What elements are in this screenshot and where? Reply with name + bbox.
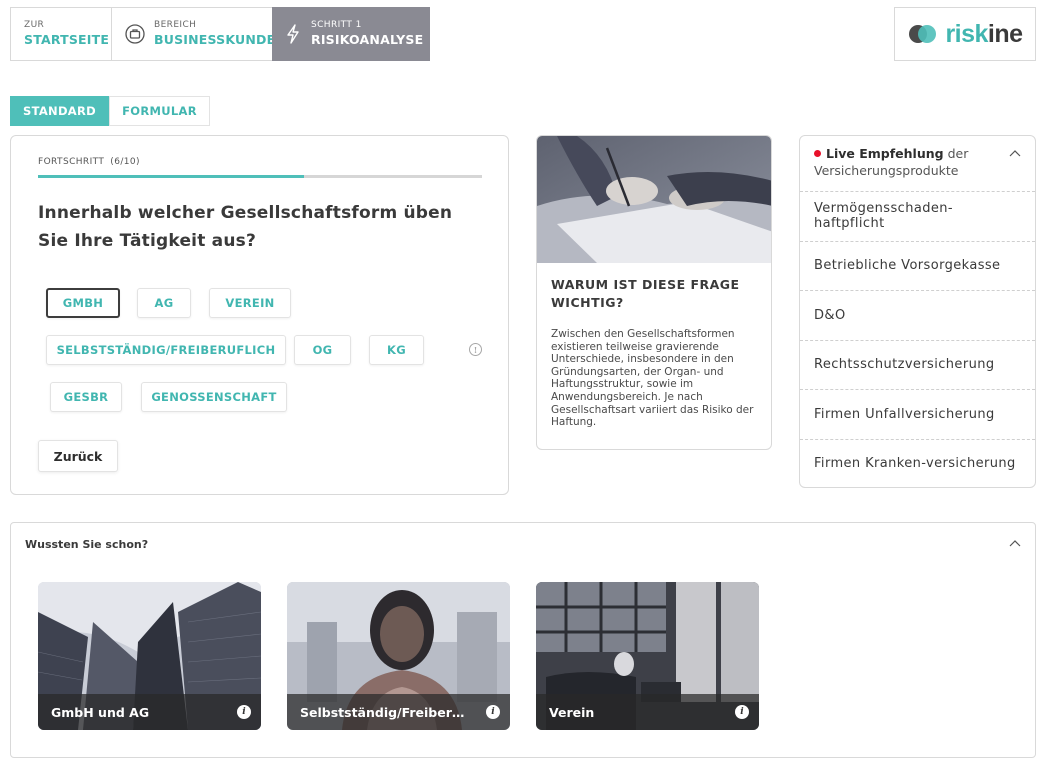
- mode-toggle: STANDARD FORMULAR: [10, 96, 210, 126]
- recommendation-item[interactable]: Betriebliche Vorsorgekasse: [800, 240, 1035, 291]
- riskine-logo[interactable]: riskine: [894, 7, 1036, 61]
- recommendation-item[interactable]: Firmen Unfallversicherung: [800, 389, 1035, 439]
- info-icon[interactable]: i: [486, 705, 500, 719]
- did-you-know-title: Wussten Sie schon?: [25, 538, 149, 551]
- option-selbststaendig[interactable]: SELBSTSTÄNDIG/FREIBERUFLICH: [46, 335, 286, 365]
- nav-area-link[interactable]: BEREICH BUSINESSKUNDE: [111, 7, 276, 61]
- did-you-know-section: Wussten Sie schon? GmbH und AG i Selbsts…: [10, 522, 1036, 758]
- option-genossenschaft[interactable]: GENOSSENSCHAFT: [141, 382, 287, 412]
- info-icon[interactable]: i: [237, 705, 251, 719]
- info-icon[interactable]: !: [469, 343, 482, 356]
- recommendation-item[interactable]: Vermögensschaden-haftpflicht: [800, 191, 1035, 241]
- why-title: WARUM IST DIESE FRAGE WICHTIG?: [551, 277, 740, 310]
- signing-photo: [537, 136, 771, 263]
- option-kg[interactable]: KG: [369, 335, 424, 365]
- tile-label: Verein: [549, 704, 595, 720]
- nav-step-current[interactable]: SCHRITT 1 RISIKOANALYSE: [272, 7, 430, 61]
- progress-label: FORTSCHRITT (6/10): [38, 157, 140, 167]
- recommendations-panel: Live Empfehlung der Versicherungsprodukt…: [799, 135, 1036, 488]
- recommendations-list: Vermögensschaden-haftpflicht Betrieblich…: [800, 191, 1035, 488]
- option-verein[interactable]: VEREIN: [209, 288, 291, 318]
- tile-label: GmbH und AG: [51, 704, 150, 720]
- option-ag[interactable]: AG: [137, 288, 191, 318]
- tile-gmbh-ag[interactable]: GmbH und AG i: [38, 582, 261, 730]
- tile-label: Selbstständig/Freiberuflich: [300, 704, 468, 720]
- live-dot-icon: [814, 150, 821, 157]
- progress-count: (6/10): [110, 157, 140, 167]
- recommendations-header: Live Empfehlung der Versicherungsprodukt…: [814, 146, 969, 178]
- question-text: Innerhalb welcher Gesellschaftsform üben…: [38, 203, 453, 251]
- chevron-up-icon[interactable]: [1009, 148, 1021, 160]
- nav-step-label: RISIKOANALYSE: [311, 32, 424, 47]
- nav-home-small: ZUR: [24, 20, 45, 30]
- why-card: WARUM IST DIESE FRAGE WICHTIG? Zwischen …: [536, 135, 772, 450]
- info-icon[interactable]: i: [735, 705, 749, 719]
- recommendation-item[interactable]: Rechtsschutzversicherung: [800, 339, 1035, 390]
- nav-home-label: STARTSEITE: [24, 32, 110, 47]
- recommendation-item[interactable]: Firmen Kranken-versicherung: [800, 438, 1035, 489]
- chevron-up-icon[interactable]: [1009, 538, 1021, 550]
- tile-verein[interactable]: Verein i: [536, 582, 759, 730]
- back-button[interactable]: Zurück: [38, 440, 118, 472]
- tile-selbststaendig[interactable]: Selbstständig/Freiberuflich i: [287, 582, 510, 730]
- tab-standard[interactable]: STANDARD: [10, 96, 109, 126]
- question-card: FORTSCHRITT (6/10) Innerhalb welcher Gese…: [10, 135, 509, 495]
- lightning-icon: [286, 23, 300, 45]
- option-gesbr[interactable]: GESBR: [50, 382, 122, 412]
- breadcrumb: ZUR STARTSEITE BEREICH BUSINESSKUNDE SCH…: [10, 7, 430, 61]
- nav-area-label: BUSINESSKUNDE: [154, 32, 276, 47]
- nav-home-link[interactable]: ZUR STARTSEITE: [10, 7, 111, 61]
- option-og[interactable]: OG: [294, 335, 351, 365]
- logo-wordmark: riskine: [945, 19, 1023, 48]
- nav-step-small: SCHRITT 1: [311, 20, 362, 30]
- recommendation-item[interactable]: D&O: [800, 290, 1035, 340]
- logo-mark-icon: [909, 25, 937, 43]
- tab-formular[interactable]: FORMULAR: [109, 96, 210, 126]
- briefcase-icon: [125, 23, 145, 45]
- why-body: Zwischen den Gesellschaftsformen existie…: [551, 328, 754, 429]
- nav-area-small: BEREICH: [154, 20, 197, 30]
- progress-bar-fill: [38, 175, 305, 178]
- option-gmbh[interactable]: GMBH: [46, 288, 120, 318]
- progress-bar: [38, 175, 482, 178]
